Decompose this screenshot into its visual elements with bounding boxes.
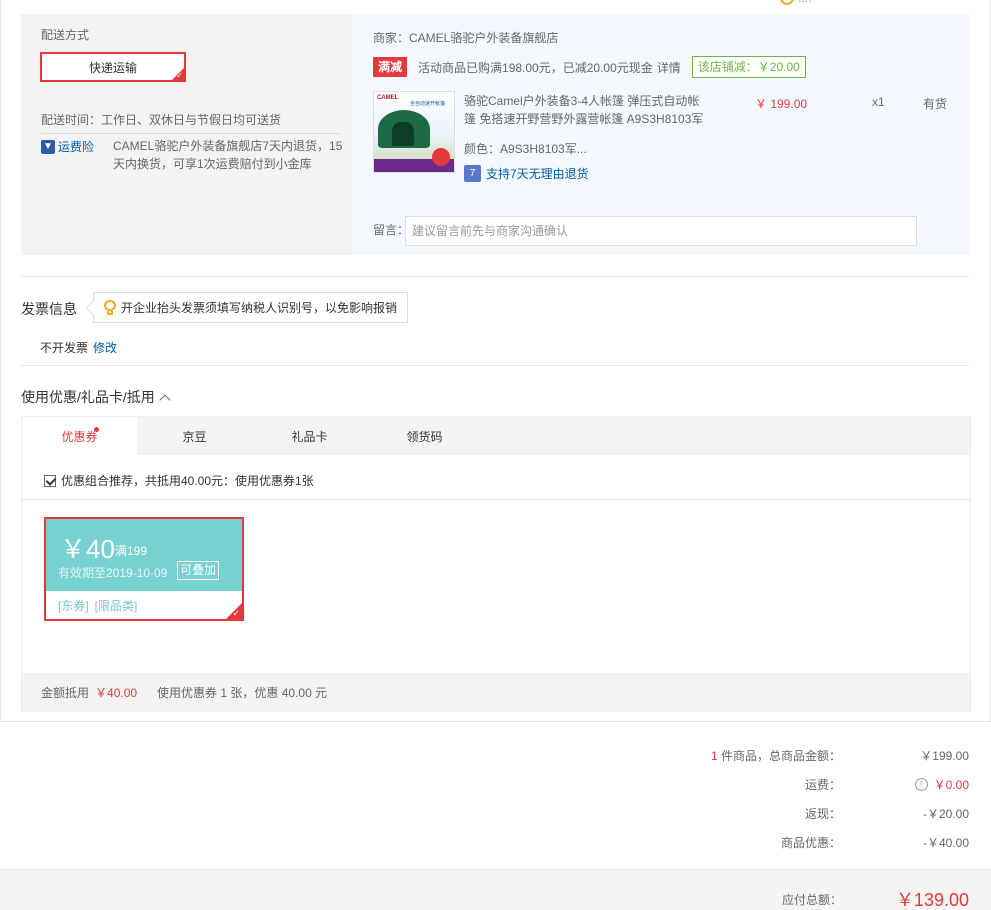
summary-cashback-row: 返现： -￥20.00 <box>804 806 969 821</box>
delivery-time: 配送时间：工作日、双休日与节假日均可送货 <box>41 113 282 127</box>
shipping-panel: 配送方式 快递运输 ✓ 配送时间：工作日、双休日与节假日均可送货 ▼ 运费险 C… <box>21 14 352 255</box>
coupon-deduct-amount: ￥40.00 <box>95 685 138 700</box>
promo-text: 活动商品已购满198.00元，已减20.00元现金 <box>418 60 653 75</box>
coupon-amount: ￥40 <box>60 534 115 564</box>
return-7days-icon: 7 <box>464 165 481 182</box>
lightbulb-icon <box>104 299 116 316</box>
combo-recommend[interactable]: 优惠组合推荐，共抵用40.00元：使用优惠券1张 <box>44 472 314 489</box>
coupon-section-toggle[interactable]: 使用优惠/礼品卡/抵用 <box>21 387 171 407</box>
price-badge <box>432 148 450 166</box>
checkbox[interactable] <box>44 474 56 487</box>
summary-items-row: 1 件商品，总商品金额： ￥199.00 <box>710 748 969 763</box>
shipping-title: 配送方式 <box>41 28 90 42</box>
coupon-card[interactable]: ￥40 满199 有效期至2019-10-09 可叠加 [东券] [限品类] ✓ <box>44 517 244 621</box>
tab-redeem-code[interactable]: 领货码 <box>367 417 482 455</box>
summary-discount-row: 商品优惠： -￥40.00 <box>780 835 969 850</box>
invoice-edit-link[interactable]: 修改 <box>93 341 117 355</box>
total-amount: ￥139.00 <box>895 890 969 910</box>
promo-row: 满减 活动商品已购满198.00元，已减20.00元现金 详情 该店铺减：￥20… <box>373 56 806 78</box>
divider <box>21 276 969 277</box>
top-clipped-link[interactable]: .... <box>780 0 811 5</box>
shipping-method-label: 快递运输 <box>88 60 137 75</box>
camel-logo: CAMEL <box>377 95 399 101</box>
coupon-tabs: 优惠券 京豆 礼品卡 领货码 <box>22 417 970 455</box>
total-label: 应付总额： <box>781 893 842 907</box>
tab-coupons[interactable]: 优惠券 <box>22 417 137 455</box>
coupon-tags: [东券] [限品类] <box>58 599 138 613</box>
return-policy-link[interactable]: 7 支持7天无理由退货 <box>464 165 589 182</box>
product-price: ￥ 199.00 <box>755 97 808 111</box>
divider <box>22 499 970 500</box>
shipping-insurance-link[interactable]: ▼ 运费险 <box>41 138 94 155</box>
warning-icon <box>780 0 794 5</box>
tab-jingdou[interactable]: 京豆 <box>137 417 252 455</box>
promo-detail-link[interactable]: 详情 <box>657 59 681 76</box>
info-icon[interactable]: ! <box>914 777 928 791</box>
chevron-up-icon <box>159 393 171 406</box>
store-discount-badge: 该店铺减：￥20.00 <box>691 56 806 78</box>
total-bar: 应付总额： ￥139.00 <box>0 869 991 910</box>
coupon-expiry: 有效期至2019-10-09 <box>58 566 168 580</box>
product-color: 颜色：A9S3H8103军... <box>464 142 587 156</box>
coupon-stackable-badge: 可叠加 <box>177 561 220 580</box>
product-name-link[interactable]: 骆驼Camel户外装备3-4人帐篷 弹压式自动帐篷 免搭速开野营野外露营帐篷 A… <box>464 92 710 128</box>
stock-status: 有货 <box>923 97 948 111</box>
new-dot-icon <box>94 427 99 432</box>
check-icon: ✓ <box>232 608 240 618</box>
store-panel: 商家：CAMEL骆驼户外装备旗舰店 满减 活动商品已购满198.00元，已减20… <box>352 14 969 255</box>
check-icon: ✓ <box>176 71 183 80</box>
coupon-panel: 优惠券 京豆 礼品卡 领货码 优惠组合推荐，共抵用40.00元：使用优惠券1张 … <box>21 416 971 712</box>
note-input[interactable] <box>405 216 917 246</box>
product-image[interactable]: CAMEL 全自动速开帐篷 <box>373 91 455 173</box>
invoice-tip: 开企业抬头发票须填写纳税人识别号，以免影响报销 <box>93 292 409 323</box>
divider <box>21 365 969 366</box>
tab-gift-card[interactable]: 礼品卡 <box>252 417 367 455</box>
shipping-method-button[interactable]: 快递运输 ✓ <box>40 52 186 82</box>
product-quantity: x1 <box>872 95 885 109</box>
shield-icon: ▼ <box>41 139 55 154</box>
invoice-title: 发票信息 <box>21 301 77 317</box>
coupon-footer: 金额抵用 ￥40.00 使用优惠券 1 张，优惠 40.00 元 <box>22 673 970 711</box>
coupon-condition: 满199 <box>115 544 148 558</box>
divider <box>41 133 341 134</box>
promo-tag: 满减 <box>373 57 408 77</box>
insurance-description: CAMEL骆驼户外装备旗舰店7天内退货，15天内换货，可享1次运费赔付到小金库 <box>113 139 343 171</box>
invoice-status: 不开发票 修改 <box>40 341 118 355</box>
note-label: 留言： <box>373 223 410 237</box>
merchant-name: 商家：CAMEL骆驼户外装备旗舰店 <box>373 31 559 45</box>
summary-shipping-row: 运费： ! ￥0.00 <box>804 777 969 792</box>
